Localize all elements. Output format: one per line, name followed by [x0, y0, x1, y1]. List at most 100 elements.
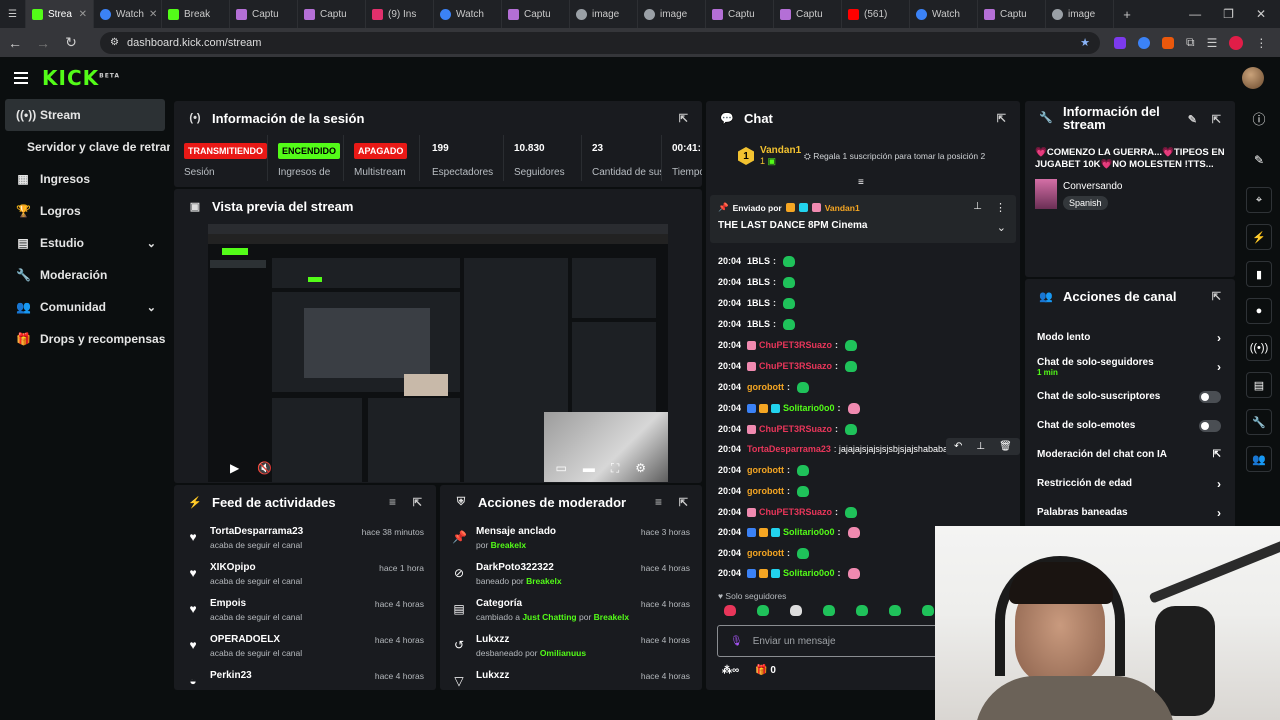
ai-moderation-row[interactable]: Moderación del chat con IA ⇱ — [1025, 440, 1235, 469]
chat-message[interactable]: 20:04 1BLS: — [718, 295, 796, 311]
browser-tab[interactable]: Captu — [774, 0, 842, 28]
browser-menu-icon[interactable]: ⋮ — [1255, 36, 1267, 50]
close-tab-icon[interactable]: ✕ — [79, 9, 87, 20]
browser-tab[interactable]: Captu — [978, 0, 1046, 28]
chat-message[interactable]: 20:04 Solitario0o0: — [718, 565, 860, 581]
chevron-down-icon[interactable]: ⌄ — [997, 221, 1006, 234]
subscribers-only-toggle[interactable] — [1199, 390, 1221, 403]
stream-preview-video[interactable]: ▶ 🔇 ▭ ▬ ⛶ ⚙ — [208, 224, 668, 482]
browser-tab[interactable]: image — [638, 0, 706, 28]
category-name[interactable]: Conversando — [1063, 181, 1122, 192]
browser-tab[interactable]: Watch — [910, 0, 978, 28]
browser-tab[interactable]: (9) Ins — [366, 0, 434, 28]
sidebar-item-achievements[interactable]: 🏆 Logros — [0, 195, 170, 227]
profile-icon[interactable] — [1229, 35, 1244, 50]
chat-message[interactable]: 20:04 ChuPET3RSuazo: — [718, 337, 858, 353]
chat-message[interactable]: 20:04 1BLS: — [718, 274, 796, 290]
pin-icon[interactable]: ⊥ — [976, 441, 985, 452]
extension-icon[interactable] — [1162, 36, 1174, 49]
mute-icon[interactable]: 🔇 — [257, 461, 272, 475]
browser-tab-list-icon[interactable]: ☰ — [0, 0, 26, 28]
info-icon[interactable]: ⓘ — [1246, 105, 1272, 131]
minimize-icon[interactable]: — — [1189, 7, 1201, 21]
browser-tab[interactable]: Captu — [502, 0, 570, 28]
fullscreen-icon[interactable]: ⛶ — [611, 461, 619, 476]
extensions-puzzle-icon[interactable]: ⧉ — [1186, 35, 1195, 50]
broadcast-button[interactable]: ((•)) — [1246, 335, 1272, 361]
chat-message[interactable]: 20:04 gorobott: — [718, 545, 810, 561]
target-button[interactable]: ⌖ — [1246, 187, 1272, 213]
filter-icon[interactable]: ≡ — [655, 495, 662, 509]
chat-message[interactable]: 20:04 Solitario0o0: — [718, 524, 860, 540]
chat-message[interactable]: 20:04 gorobott: — [718, 483, 810, 499]
slow-mode-row[interactable]: Modo lento › — [1025, 323, 1235, 352]
new-tab-button[interactable]: + — [1114, 0, 1140, 28]
chat-message[interactable]: 20:04 Solitario0o0: — [718, 400, 860, 416]
browser-tab[interactable]: Captu — [706, 0, 774, 28]
delete-icon[interactable]: 🗑 — [999, 441, 1012, 452]
emote-icon[interactable] — [790, 605, 802, 616]
notes-button[interactable]: ▮ — [1246, 261, 1272, 287]
layout-button[interactable]: ▤ — [1246, 372, 1272, 398]
user-avatar[interactable] — [1242, 67, 1264, 89]
pin-toggle-icon[interactable]: ⊥ — [973, 201, 982, 212]
extension-icon[interactable] — [1114, 36, 1126, 49]
expand-icon[interactable]: ⇱ — [679, 496, 688, 509]
people-button[interactable]: 👥 — [1246, 446, 1272, 472]
sidebar-item-studio[interactable]: ▤ Estudio ⌄ — [0, 227, 170, 259]
emote-icon[interactable] — [889, 605, 901, 616]
maximize-icon[interactable]: ❐ — [1223, 7, 1234, 21]
emote-icon[interactable] — [856, 605, 868, 616]
chat-button[interactable]: ● — [1246, 298, 1272, 324]
wrench-button[interactable]: 🔧 — [1246, 409, 1272, 435]
menu-icon[interactable] — [14, 69, 28, 87]
filter-icon[interactable]: ≡ — [389, 495, 396, 509]
emote-icon[interactable] — [823, 605, 835, 616]
chat-message[interactable]: 20:04 ChuPET3RSuazo: — [718, 421, 858, 437]
chat-message[interactable]: 20:04 gorobott: — [718, 379, 810, 395]
close-tab-icon[interactable]: ✕ — [149, 9, 157, 20]
people-icon[interactable]: ⁂∞ — [722, 665, 739, 676]
sidebar-item-moderation[interactable]: 🔧 Moderación — [0, 259, 170, 291]
browser-tab[interactable]: Break — [162, 0, 230, 28]
expand-icon[interactable]: ⇱ — [1212, 290, 1221, 303]
expand-icon[interactable]: ⇱ — [679, 112, 688, 125]
bookmark-star-icon[interactable]: ★ — [1080, 36, 1090, 49]
browser-tab[interactable]: Watch — [434, 0, 502, 28]
sidebar-item-community[interactable]: 👥 Comunidad ⌄ — [0, 291, 170, 323]
bolt-button[interactable]: ⚡ — [1246, 224, 1272, 250]
back-icon[interactable]: ← — [8, 35, 22, 51]
forward-icon[interactable]: → — [36, 35, 50, 51]
sidebar-item-income[interactable]: ▦ Ingresos — [0, 163, 170, 195]
browser-tab[interactable]: Watch ✕ — [94, 0, 162, 28]
chat-message[interactable]: 20:04 ChuPET3RSuazo: — [718, 504, 858, 520]
microphone-icon[interactable]: 🎙 — [730, 636, 743, 647]
age-restriction-row[interactable]: Restricción de edad › — [1025, 469, 1235, 498]
pinned-message[interactable]: 📌 Enviado por Vandan1 THE LAST DANCE 8PM… — [710, 195, 1016, 243]
points-icon[interactable]: 🎁 0 — [755, 665, 776, 676]
browser-tab[interactable]: Captu — [298, 0, 366, 28]
close-window-icon[interactable]: ✕ — [1256, 7, 1266, 21]
browser-tab[interactable]: (561) — [842, 0, 910, 28]
chat-message[interactable]: 20:04 1BLS: — [718, 253, 796, 269]
settings-gear-icon[interactable]: ⚙ — [635, 461, 646, 475]
chat-message[interactable]: 20:04 gorobott: — [718, 462, 810, 478]
extension-icon[interactable] — [1138, 36, 1150, 49]
emote-icon[interactable] — [922, 605, 934, 616]
browser-tab[interactable]: image — [1046, 0, 1114, 28]
chat-message[interactable]: 20:04 ChuPET3RSuazo: — [718, 358, 858, 374]
pen-icon[interactable]: ✎ — [1246, 147, 1272, 173]
expand-icon[interactable]: ⇱ — [413, 496, 422, 509]
emote-icon[interactable] — [724, 605, 736, 616]
browser-tab[interactable]: Strea ✕ — [26, 0, 94, 28]
kick-logo[interactable]: KICKBETA — [42, 66, 120, 90]
browser-tab[interactable]: image — [570, 0, 638, 28]
site-settings-icon[interactable]: ⚙ — [110, 37, 119, 48]
reload-icon[interactable]: ↻ — [64, 34, 78, 51]
pen-icon[interactable]: ✎ — [1188, 113, 1197, 126]
reading-list-icon[interactable]: ☰ — [1207, 36, 1218, 50]
expand-icon[interactable]: ⇱ — [997, 112, 1006, 125]
url-field[interactable]: ⚙ dashboard.kick.com/stream ★ — [100, 31, 1100, 54]
pip-icon[interactable]: ▭ — [555, 461, 566, 475]
theater-icon[interactable]: ▬ — [583, 461, 595, 475]
